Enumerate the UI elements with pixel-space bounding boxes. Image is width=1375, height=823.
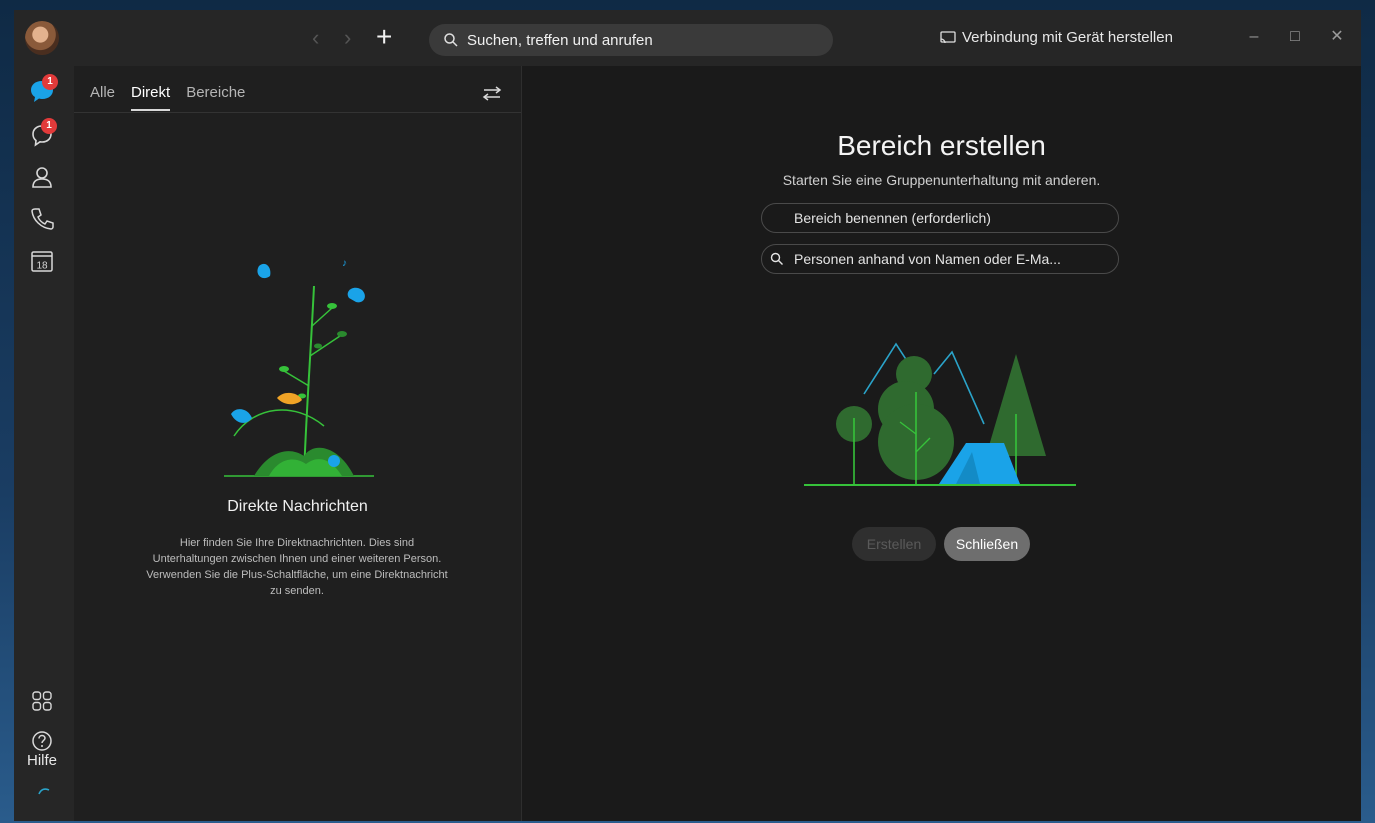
close-button[interactable]: Schließen <box>944 527 1030 561</box>
nav-teams[interactable]: 1 <box>29 118 57 148</box>
connect-device-label: Verbindung mit Gerät herstellen <box>962 29 1173 46</box>
forward-arrow-icon[interactable]: › <box>344 26 351 50</box>
calendar-day-text: 18 <box>36 261 48 272</box>
tab-alle[interactable]: Alle <box>90 84 115 111</box>
user-avatar[interactable] <box>25 21 59 55</box>
phone-icon <box>31 208 54 230</box>
minimize-icon[interactable]: – <box>1243 26 1265 48</box>
conversation-list-panel: Alle Direkt Bereiche ♪ Direkte Nachricht… <box>74 66 522 821</box>
help-icon <box>32 731 52 751</box>
app-window: ‹ › + Suchen, treffen und anrufen Verbin… <box>14 10 1361 821</box>
nav-contacts[interactable] <box>29 164 55 190</box>
page-title: Bereich erstellen <box>837 130 1046 161</box>
title-bar: ‹ › + Suchen, treffen und anrufen Verbin… <box>14 10 1361 66</box>
space-name-field[interactable] <box>761 203 1119 233</box>
create-button[interactable]: Erstellen <box>852 527 936 561</box>
status-indicator-icon <box>38 788 50 795</box>
teams-badge: 1 <box>41 118 57 134</box>
calendar-icon: 18 <box>31 251 53 272</box>
tab-direkt[interactable]: Direkt <box>131 84 171 111</box>
filter-tabs: Alle Direkt Bereiche <box>90 84 245 111</box>
nav-calendar[interactable]: 18 <box>29 248 55 274</box>
cast-device-icon <box>940 30 956 43</box>
new-message-plus-button[interactable]: + <box>376 22 392 52</box>
search-placeholder: Suchen, treffen und anrufen <box>467 31 653 49</box>
filter-settings-icon[interactable] <box>482 85 502 103</box>
maximize-icon[interactable]: □ <box>1284 26 1306 48</box>
close-window-icon[interactable]: ✕ <box>1326 26 1348 48</box>
connect-device-button[interactable]: Verbindung mit Gerät herstellen <box>940 29 1173 46</box>
empty-state-description: Hier finden Sie Ihre Direktnachrichten. … <box>146 537 448 597</box>
nav-apps[interactable] <box>29 688 55 714</box>
back-arrow-icon[interactable]: ‹ <box>312 26 319 50</box>
left-nav-rail: 1 1 18 Hilfe <box>14 66 74 821</box>
nav-help[interactable] <box>29 728 55 754</box>
nav-calls[interactable] <box>29 206 55 232</box>
empty-state-title: Direkte Nachrichten <box>227 498 368 515</box>
help-label[interactable]: Hilfe <box>27 752 57 769</box>
create-space-panel: Bereich erstellen Starten Sie eine Grupp… <box>522 66 1361 821</box>
camping-illustration <box>804 342 1076 486</box>
tab-bereiche[interactable]: Bereiche <box>186 84 245 111</box>
nav-messages[interactable]: 1 <box>29 74 58 104</box>
people-search-icon <box>770 252 783 265</box>
birds-plant-illustration: ♪ <box>224 258 374 477</box>
messages-badge: 1 <box>42 74 58 90</box>
global-search-input[interactable]: Suchen, treffen und anrufen <box>429 24 833 56</box>
people-search-field[interactable] <box>761 244 1119 274</box>
svg-text:♪: ♪ <box>342 258 347 269</box>
person-icon <box>32 167 52 188</box>
apps-grid-icon <box>32 691 52 711</box>
tabs-divider <box>74 112 521 113</box>
search-icon <box>444 33 458 47</box>
page-subtitle: Starten Sie eine Gruppenunterhaltung mit… <box>782 172 1101 188</box>
